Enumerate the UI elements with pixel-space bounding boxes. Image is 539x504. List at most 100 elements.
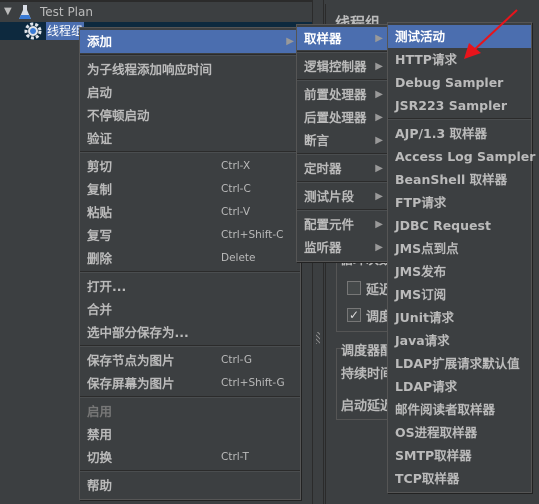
add-submenu: 取样器 ▶ 逻辑控制器 ▶ 前置处理器 ▶ 后置处理器 ▶ 断言 ▶ 定时器 ▶ 测试片段 ▶ 配置元件 ▶ 监… [296,24,390,262]
menu-separator [80,151,300,153]
menu-item-shortcut: Ctrl-T [221,451,249,463]
menu-item-item-17[interactable]: 邮件阅读者取样器 [388,398,531,421]
menu-item-jdbc-request-9[interactable]: JDBC Request [388,214,531,237]
menu-item-item-22[interactable]: 切换 Ctrl-T [80,446,300,469]
menu-item-item-10[interactable]: 复写 Ctrl+Shift-C [80,224,300,247]
menu-item-label: 为子线程添加响应时间 [87,62,213,77]
menu-item-item-8[interactable]: 定时器 ▶ [297,157,389,180]
menu-item-label: 合并 [87,302,113,317]
menu-item-jsr223-sampler-3[interactable]: JSR223 Sampler [388,94,531,117]
menu-item-beanshell-7[interactable]: BeanShell 取样器 [388,168,531,191]
menu-item-label: 监听器 [304,240,342,255]
menu-item-ftp-8[interactable]: FTP请求 [388,191,531,214]
menu-item-item-5[interactable]: 验证 [80,127,300,150]
menu-item-item-6[interactable]: 断言 ▶ [297,129,389,152]
menu-item-label: 断言 [304,133,330,148]
menu-item-label: Java请求 [395,333,450,348]
menu-item-label: 保存屏幕为图片 [87,376,175,391]
menu-item-label: 邮件阅读者取样器 [395,402,496,417]
menu-item-label: 切换 [87,450,113,465]
menu-item-jms-10[interactable]: JMS点到点 [388,237,531,260]
menu-item-label: Debug Sampler [395,75,504,90]
menu-item-item-0[interactable]: 添加 ▶ [80,30,300,53]
menu-item-item-12[interactable]: 配置元件 ▶ [297,213,389,236]
menu-item-debug-sampler-2[interactable]: Debug Sampler [388,71,531,94]
menu-separator [297,153,389,155]
scheduler-checkbox-checked-icon[interactable]: ✓ [347,308,361,322]
menu-item-item-15[interactable]: 选中部分保存为... [80,321,300,344]
menu-item-label: 定时器 [304,161,342,176]
submenu-arrow-icon: ▶ [375,33,383,44]
menu-item-item-2[interactable]: 逻辑控制器 ▶ [297,55,389,78]
menu-separator [80,345,300,347]
menu-item-item-4[interactable]: 前置处理器 ▶ [297,83,389,106]
menu-item-item-18[interactable]: 保存屏幕为图片 Ctrl+Shift-G [80,372,300,395]
menu-item-item-17[interactable]: 保存节点为图片 Ctrl-G [80,349,300,372]
menu-item-label: JMS订阅 [395,287,447,302]
menu-item-label: 取样器 [304,31,342,46]
menu-item-label: LDAP请求 [395,379,458,394]
menu-item-label: Access Log Sampler [395,149,536,164]
menu-item-label: 剪切 [87,159,113,174]
menu-item-item-8[interactable]: 复制 Ctrl-C [80,178,300,201]
menu-separator [297,51,389,53]
menu-separator [80,396,300,398]
menu-item-item-4[interactable]: 不停顿启动 [80,104,300,127]
menu-item-java-14[interactable]: Java请求 [388,329,531,352]
flask-icon [19,5,31,19]
menu-item-item-24[interactable]: 帮助 [80,474,300,497]
menu-item-label: 验证 [87,131,113,146]
splitter-grip-icon[interactable] [316,332,320,344]
menu-item-item-13[interactable]: 打开... [80,275,300,298]
menu-item-item-2[interactable]: 为子线程添加响应时间 [80,58,300,81]
submenu-arrow-icon: ▶ [375,61,383,72]
menu-item-item-9[interactable]: 粘贴 Ctrl-V [80,201,300,224]
menu-item-label: AJP/1.3 取样器 [395,126,488,141]
menu-item-item-3[interactable]: 启动 [80,81,300,104]
menu-item-item-7[interactable]: 剪切 Ctrl-X [80,155,300,178]
menu-item-item-5[interactable]: 后置处理器 ▶ [297,106,389,129]
menu-item-tcp-20[interactable]: TCP取样器 [388,467,531,490]
menu-item-access-log-sampler-6[interactable]: Access Log Sampler [388,145,535,168]
menu-item-label: 测试活动 [395,29,446,44]
menu-item-item-13[interactable]: 监听器 ▶ [297,236,389,259]
menu-item-label: 禁用 [87,427,113,442]
menu-item-ldap-16[interactable]: LDAP请求 [388,375,531,398]
menu-separator [297,181,389,183]
menu-item-shortcut: Ctrl-X [221,160,251,172]
submenu-arrow-icon: ▶ [375,219,383,230]
submenu-arrow-icon: ▶ [375,242,383,253]
expand-triangle-icon[interactable]: ▼ [4,3,12,21]
context-menu: 添加 ▶ 为子线程添加响应时间启动 不停顿启动验证剪切 Ctrl-X 复制 Ctrl-C 粘贴… [79,27,301,500]
menu-item-shortcut: Ctrl-G [221,354,252,366]
menu-item-item-11[interactable]: 删除 Delete [80,247,300,270]
menu-item-jms-11[interactable]: JMS发布 [388,260,531,283]
menu-separator [388,118,531,120]
menu-item-ajp-1-3-5[interactable]: AJP/1.3 取样器 [388,122,531,145]
menu-item-smtp-19[interactable]: SMTP取样器 [388,444,531,467]
menu-item-label: 打开... [87,279,127,294]
menu-item-shortcut: Ctrl-C [221,183,251,195]
tree-node-test-plan[interactable]: ▼ Test Plan [0,3,312,21]
menu-item-item-10[interactable]: 测试片段 ▶ [297,185,389,208]
menu-item-item-14[interactable]: 合并 [80,298,300,321]
menu-item-label: 后置处理器 [304,110,367,125]
menu-item-junit-13[interactable]: JUnit请求 [388,306,531,329]
delay-checkbox[interactable] [347,281,361,295]
menu-item-label: 帮助 [87,478,113,493]
menu-item-shortcut: Ctrl-V [221,206,251,218]
menu-item-item-21[interactable]: 禁用 [80,423,300,446]
menu-item-jms-12[interactable]: JMS订阅 [388,283,531,306]
submenu-arrow-icon: ▶ [375,191,383,202]
menu-item-item-20[interactable]: 启用 [80,400,300,423]
menu-item-label: TCP取样器 [395,471,460,486]
menu-item-label: LDAP扩展请求默认值 [395,356,520,371]
startup-delay-label: 启动延迟 [341,399,394,414]
menu-item-ldap-15[interactable]: LDAP扩展请求默认值 [388,352,531,375]
menu-item-os-18[interactable]: OS进程取样器 [388,421,531,444]
menu-item-label: 选中部分保存为... [87,325,189,340]
menu-item-label: 添加 [87,34,113,49]
duration-label: 持续时间 [341,367,394,382]
menu-item-item-0[interactable]: 取样器 ▶ [297,27,389,50]
menu-item-label: JDBC Request [395,218,491,233]
